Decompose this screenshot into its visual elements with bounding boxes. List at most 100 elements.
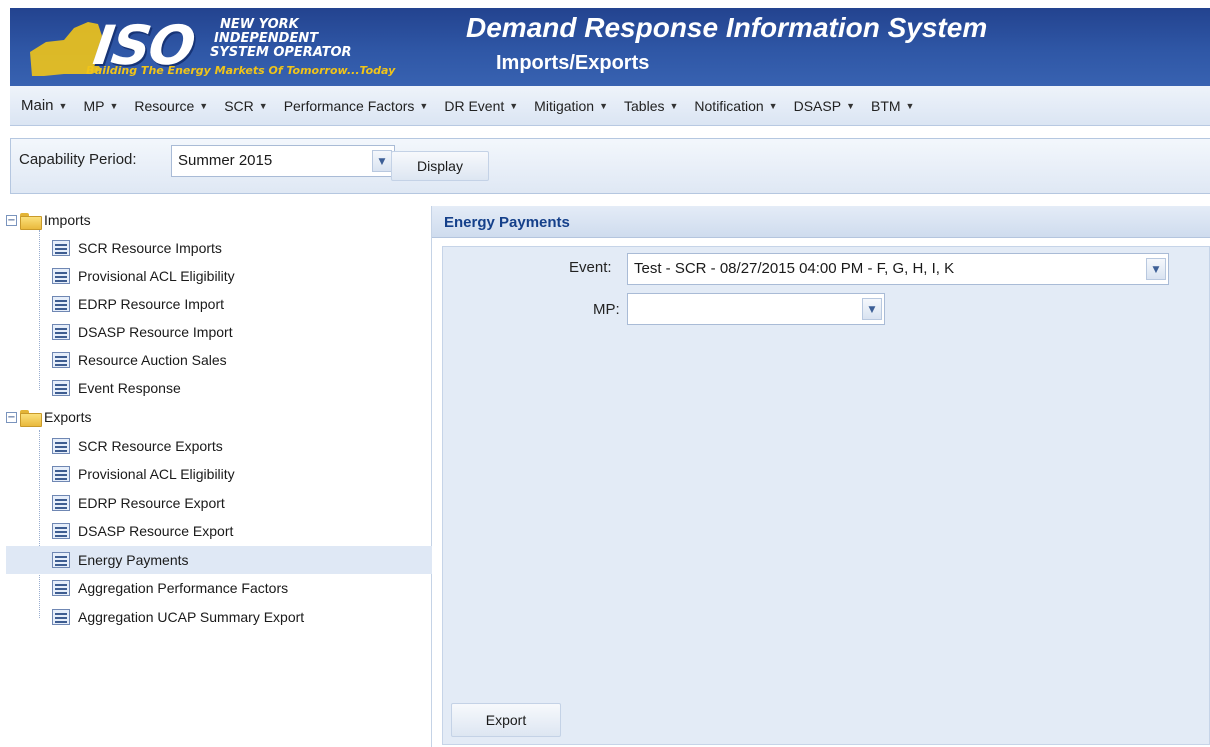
tree-item-label: Provisional ACL Eligibility bbox=[78, 466, 235, 482]
main-menu-bar: Main ▼ MP ▼ Resource ▼ SCR ▼ Performance Fac… bbox=[10, 86, 1210, 126]
page-icon bbox=[52, 580, 70, 596]
collapse-icon[interactable]: − bbox=[6, 214, 17, 226]
page-icon bbox=[52, 552, 70, 568]
tree-item-aggregation-performance-factors[interactable]: Aggregation Performance Factors bbox=[6, 574, 432, 602]
logo-org-line: NEW YORK bbox=[220, 17, 299, 32]
tree-item-energy-payments[interactable]: Energy Payments bbox=[6, 546, 432, 574]
menu-label: Notification bbox=[694, 97, 764, 114]
caret-down-icon: ▼ bbox=[905, 100, 915, 111]
tree-item-label: Resource Auction Sales bbox=[78, 352, 227, 368]
caret-down-icon: ▼ bbox=[669, 100, 679, 111]
tree-item-label: SCR Resource Exports bbox=[78, 438, 223, 454]
logo-org-line: SYSTEM OPERATOR bbox=[210, 45, 352, 60]
tree-item-label: Provisional ACL Eligibility bbox=[78, 268, 235, 284]
event-value: Test - SCR - 08/27/2015 04:00 PM - F, G,… bbox=[634, 260, 955, 277]
panel-title: Energy Payments bbox=[444, 214, 570, 231]
menu-label: SCR bbox=[224, 97, 254, 114]
menu-label: BTM bbox=[870, 97, 901, 114]
tree-item-resource-auction-sales[interactable]: Resource Auction Sales bbox=[6, 346, 432, 374]
caret-down-icon: ▼ bbox=[768, 100, 778, 111]
caret-down-icon: ▼ bbox=[419, 100, 429, 111]
page-icon bbox=[52, 324, 70, 340]
panel-body: Event: Test - SCR - 08/27/2015 04:00 PM … bbox=[442, 246, 1210, 745]
tree-item-label: EDRP Resource Export bbox=[78, 495, 225, 511]
menu-dsasp[interactable]: DSASP ▼ bbox=[789, 98, 866, 114]
menu-dr-event[interactable]: DR Event ▼ bbox=[439, 98, 529, 114]
page-icon bbox=[52, 240, 70, 256]
menu-label: Tables bbox=[624, 97, 665, 114]
chevron-down-icon[interactable]: ▼ bbox=[1146, 258, 1166, 280]
tree-item-label: Aggregation Performance Factors bbox=[78, 580, 289, 596]
menu-label: Main bbox=[21, 97, 54, 114]
tree-item-provisional-acl-eligibility-export[interactable]: Provisional ACL Eligibility bbox=[6, 460, 432, 488]
tree-item-edrp-resource-import[interactable]: EDRP Resource Import bbox=[6, 290, 432, 318]
tree-item-label: Event Response bbox=[78, 380, 181, 396]
mp-select[interactable]: ▼ bbox=[627, 293, 885, 325]
page-icon bbox=[52, 352, 70, 368]
tree-folder-label: Imports bbox=[44, 212, 91, 228]
mp-label: MP: bbox=[593, 301, 620, 318]
page-icon bbox=[52, 296, 70, 312]
tree-item-label: SCR Resource Imports bbox=[78, 240, 222, 256]
tree-item-label: Aggregation UCAP Summary Export bbox=[78, 609, 305, 625]
tree-folder-label: Exports bbox=[44, 409, 92, 425]
display-button[interactable]: Display bbox=[391, 151, 489, 181]
collapse-icon[interactable]: − bbox=[6, 411, 17, 423]
menu-mitigation[interactable]: Mitigation ▼ bbox=[529, 98, 619, 114]
caret-down-icon: ▼ bbox=[599, 100, 609, 111]
chevron-down-icon[interactable]: ▼ bbox=[862, 298, 882, 320]
tree-item-event-response[interactable]: Event Response bbox=[6, 374, 432, 402]
tree-item-aggregation-ucap-summary-export[interactable]: Aggregation UCAP Summary Export bbox=[6, 603, 432, 631]
caret-down-icon: ▼ bbox=[509, 100, 519, 111]
menu-performance-factors[interactable]: Performance Factors ▼ bbox=[279, 98, 440, 114]
tree-folder-exports[interactable]: − Exports bbox=[6, 403, 432, 431]
tree-item-edrp-resource-export[interactable]: EDRP Resource Export bbox=[6, 489, 432, 517]
chevron-down-icon[interactable]: ▼ bbox=[372, 150, 392, 172]
tree-item-label: EDRP Resource Import bbox=[78, 296, 225, 312]
folder-icon bbox=[20, 409, 42, 427]
page-icon bbox=[52, 495, 70, 511]
menu-main[interactable]: Main ▼ bbox=[16, 97, 78, 114]
tree-item-dsasp-resource-export[interactable]: DSASP Resource Export bbox=[6, 517, 432, 545]
logo-org-name: NEW YORK INDEPENDENT SYSTEM OPERATOR bbox=[210, 18, 380, 60]
caret-down-icon: ▼ bbox=[258, 100, 268, 111]
page-icon bbox=[52, 438, 70, 454]
app-header: ISO NEW YORK INDEPENDENT SYSTEM OPERATOR… bbox=[10, 8, 1210, 86]
tree-item-label: DSASP Resource Import bbox=[78, 324, 233, 340]
logo-tagline: Building The Energy Markets Of Tomorrow.… bbox=[86, 64, 396, 77]
event-select[interactable]: Test - SCR - 08/27/2015 04:00 PM - F, G,… bbox=[627, 253, 1169, 285]
menu-notification[interactable]: Notification ▼ bbox=[689, 98, 788, 114]
capability-period-select[interactable]: Summer 2015 ▼ bbox=[171, 145, 395, 177]
caret-down-icon: ▼ bbox=[58, 100, 68, 111]
tree-item-scr-resource-exports[interactable]: SCR Resource Exports bbox=[6, 432, 432, 460]
page-icon bbox=[52, 466, 70, 482]
capability-period-label: Capability Period: bbox=[19, 151, 137, 168]
menu-tables[interactable]: Tables ▼ bbox=[619, 98, 689, 114]
menu-scr[interactable]: SCR ▼ bbox=[219, 98, 278, 114]
nyiso-logo: ISO NEW YORK INDEPENDENT SYSTEM OPERATOR… bbox=[24, 14, 456, 84]
caret-down-icon: ▼ bbox=[109, 100, 119, 111]
tree-item-label: Energy Payments bbox=[78, 552, 189, 568]
event-label: Event: bbox=[569, 259, 612, 276]
folder-icon bbox=[20, 212, 42, 230]
menu-mp[interactable]: MP ▼ bbox=[78, 98, 129, 114]
tree-item-scr-resource-imports[interactable]: SCR Resource Imports bbox=[6, 234, 432, 262]
export-button[interactable]: Export bbox=[451, 703, 561, 737]
menu-label: DSASP bbox=[793, 97, 842, 114]
menu-btm[interactable]: BTM ▼ bbox=[866, 98, 925, 114]
caret-down-icon: ▼ bbox=[846, 100, 855, 111]
tree-folder-imports[interactable]: − Imports bbox=[6, 206, 432, 234]
menu-label: Resource bbox=[134, 97, 195, 114]
menu-resource[interactable]: Resource ▼ bbox=[129, 98, 219, 114]
tree-item-dsasp-resource-import[interactable]: DSASP Resource Import bbox=[6, 318, 432, 346]
imports-exports-tree: − Imports SCR Resource Imports Provision… bbox=[6, 206, 432, 747]
page-icon bbox=[52, 523, 70, 539]
page-icon bbox=[52, 268, 70, 284]
page-icon bbox=[52, 609, 70, 625]
menu-label: Mitigation bbox=[534, 97, 595, 114]
energy-payments-panel: Energy Payments Event: Test - SCR - 08/2… bbox=[432, 206, 1210, 747]
panel-header: Energy Payments bbox=[432, 206, 1210, 238]
tree-item-provisional-acl-eligibility-import[interactable]: Provisional ACL Eligibility bbox=[6, 262, 432, 290]
capability-period-toolbar: Capability Period: Summer 2015 ▼ Display bbox=[10, 138, 1210, 194]
logo-org-line: INDEPENDENT bbox=[214, 31, 319, 46]
